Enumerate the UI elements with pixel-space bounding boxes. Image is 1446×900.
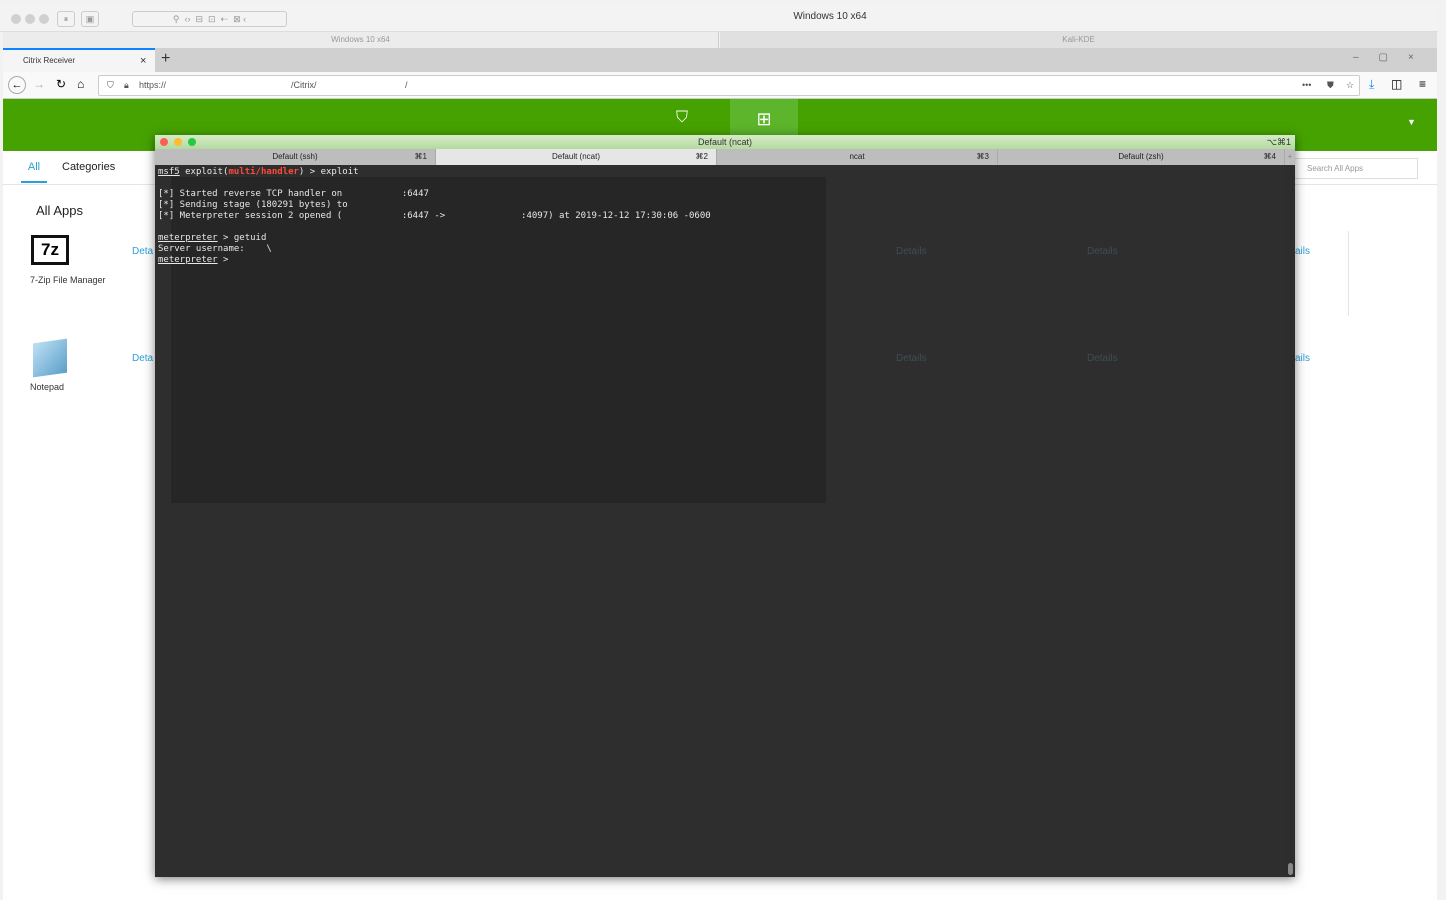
terminal-tab-zsh[interactable]: Default (zsh) ⌘4 <box>998 149 1285 165</box>
terminal-window[interactable]: Default (ncat) ⌥⌘1 Default (ssh) ⌘1 Defau… <box>155 135 1295 877</box>
terminal-line: msf5 exploit(multi/handler) > exploit <box>158 167 359 177</box>
forward-icon[interactable]: → <box>33 77 45 91</box>
terminal-title-bar[interactable]: Default (ncat) ⌥⌘1 <box>155 135 1295 149</box>
terminal-line: [*] Started reverse TCP handler on :6447 <box>158 189 429 199</box>
tab-all[interactable]: All <box>21 161 47 183</box>
zoom-window-button[interactable] <box>39 14 49 24</box>
all-apps-heading: All Apps <box>36 203 83 218</box>
pocket-icon[interactable]: ⛊ <box>1327 76 1334 95</box>
terminal-shortcut: ⌥⌘1 <box>1266 137 1291 147</box>
terminal-output[interactable]: msf5 exploit(multi/handler) > exploit [*… <box>155 165 1285 877</box>
terminal-close-button[interactable] <box>160 138 168 146</box>
more-icon[interactable]: ••• <box>1302 76 1311 95</box>
app-name-7zip[interactable]: 7-Zip File Manager <box>30 275 106 285</box>
tab-citrix-receiver[interactable]: Citrix Receiver × <box>3 48 155 72</box>
details-link[interactable]: Deta <box>132 246 153 257</box>
window-title: Windows 10 x64 <box>793 11 867 22</box>
terminal-minimize-button[interactable] <box>174 138 182 146</box>
terminal-line: [*] Meterpreter session 2 opened ( :6447… <box>158 211 711 221</box>
url-input[interactable]: ⛉ 🔒︎ https:// /Citrix/ / ••• ⛊ ☆ <box>98 75 1360 96</box>
terminal-line: meterpreter > getuid <box>158 233 267 243</box>
shield-icon: ⛉ <box>107 80 114 90</box>
close-tab-icon[interactable]: × <box>140 50 146 72</box>
terminal-zoom-button[interactable] <box>188 138 196 146</box>
browser-tabs: Citrix Receiver × + –▢× <box>3 48 1437 72</box>
mac-title-bar: ⏸ ▣ ⚲ ‹› ⊟ ⊡ ⇠ ⊠ ‹ Windows 10 x64 <box>0 4 1438 32</box>
new-tab-button[interactable]: + <box>161 50 170 68</box>
sidebar-icon[interactable]: ◫ <box>1391 77 1402 91</box>
terminal-tab-ncat[interactable]: ncat ⌘3 <box>717 149 998 165</box>
details-link-behind-terminal: Details <box>896 246 927 257</box>
home-icon[interactable]: ⌂ <box>77 77 84 91</box>
download-icon[interactable]: ⤓ <box>1369 77 1374 92</box>
terminal-tab-ncat-active[interactable]: Default (ncat) ⌘2 <box>436 149 717 165</box>
new-terminal-tab-button[interactable]: + <box>1285 149 1295 165</box>
favorites-icon[interactable]: ⛉ <box>676 109 688 127</box>
details-link[interactable]: ails <box>1295 246 1310 257</box>
details-link[interactable]: ails <box>1295 353 1310 364</box>
bookmark-star-icon[interactable]: ☆ <box>1346 76 1354 95</box>
user-menu-chevron-icon[interactable]: ▼ <box>1407 117 1416 127</box>
vm-tab-windows[interactable]: Windows 10 x64 <box>3 32 719 48</box>
snapshot-icon[interactable]: ▣ <box>81 11 99 27</box>
terminal-title: Default (ncat) <box>697 137 753 147</box>
vm-tabs: Windows 10 x64 Kali-KDE <box>3 32 1437 48</box>
terminal-tab-ssh[interactable]: Default (ssh) ⌘1 <box>155 149 436 165</box>
minimize-window-button[interactable] <box>25 14 35 24</box>
back-icon[interactable]: ← <box>8 76 26 94</box>
reload-icon[interactable]: ↻ <box>56 77 66 91</box>
terminal-line: [*] Sending stage (180291 bytes) to <box>158 200 348 210</box>
details-link[interactable]: Deta <box>132 353 153 364</box>
terminal-scrollbar[interactable] <box>1288 863 1293 875</box>
app-name-notepad[interactable]: Notepad <box>30 382 64 392</box>
search-apps-input[interactable]: Search All Apps <box>1290 158 1418 179</box>
7zip-app-icon[interactable]: 7z <box>31 235 69 265</box>
vm-toolbar[interactable]: ⚲ ‹› ⊟ ⊡ ⇠ ⊠ ‹ <box>132 11 287 27</box>
vm-tab-kali[interactable]: Kali-KDE <box>720 32 1437 48</box>
close-window-button[interactable] <box>11 14 21 24</box>
navigation-bar: ← → ↻ ⌂ ⛉ 🔒︎ https:// /Citrix/ / ••• ⛊ ☆… <box>3 72 1437 99</box>
tab-categories[interactable]: Categories <box>62 161 115 173</box>
window-controls[interactable]: –▢× <box>1353 52 1434 63</box>
divider <box>1348 231 1349 316</box>
notepad-app-icon[interactable] <box>33 338 67 378</box>
menu-icon[interactable]: ≡ <box>1419 77 1426 91</box>
lock-icon: 🔒︎ <box>124 80 129 90</box>
details-link-behind-terminal: Details <box>1087 246 1118 257</box>
pause-icon[interactable]: ⏸ <box>57 11 75 27</box>
terminal-tabs: Default (ssh) ⌘1 Default (ncat) ⌘2 ncat ⌘3 … <box>155 149 1295 165</box>
details-link-behind-terminal: Details <box>1087 353 1118 364</box>
details-link-behind-terminal: Details <box>896 353 927 364</box>
